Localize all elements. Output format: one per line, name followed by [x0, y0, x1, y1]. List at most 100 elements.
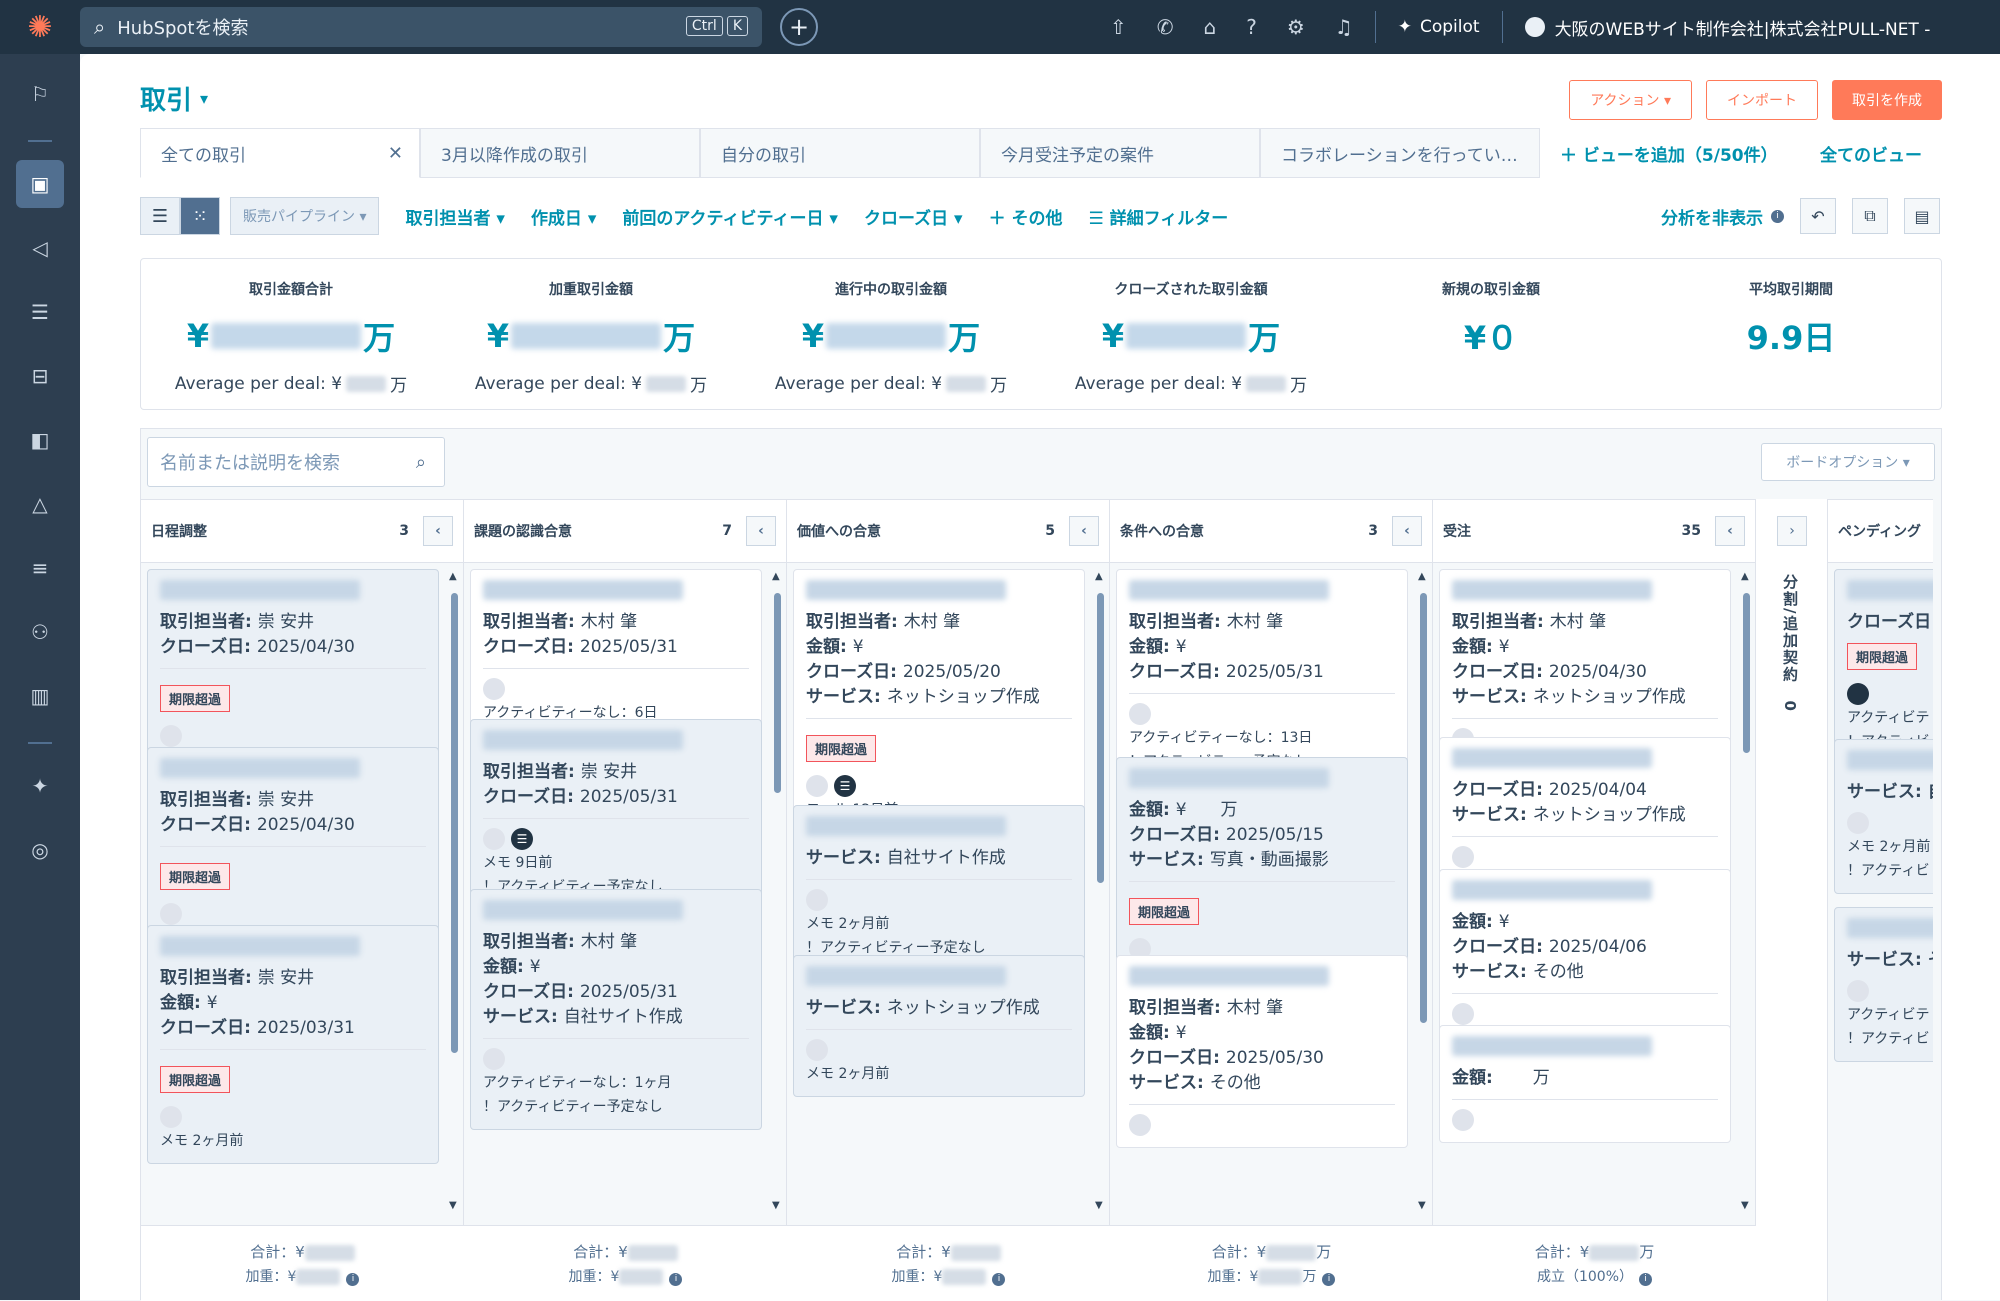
hide-analysis-toggle[interactable]: 分析を非表示: [1661, 204, 1763, 229]
avatar[interactable]: [806, 775, 828, 797]
deal-card[interactable]: クローズ日:期限超過アクティビテ！アクティビ: [1834, 569, 1933, 765]
automation-icon[interactable]: ⚇: [16, 608, 64, 656]
deal-card[interactable]: 取引担当者: 崇 安井 クローズ日: 2025/05/31 ☰ メモ 9日前 ！アクティ…: [470, 719, 762, 910]
scroll-down-icon[interactable]: ▼: [1741, 1200, 1749, 1211]
app-marketplace-icon[interactable]: ◎: [16, 826, 64, 874]
commerce-icon[interactable]: ⊟: [16, 352, 64, 400]
scroll-thumb[interactable]: [774, 593, 781, 793]
info-icon[interactable]: i: [1322, 1273, 1336, 1286]
tab-my-deals[interactable]: 自分の取引: [700, 128, 980, 178]
bookmark-icon[interactable]: ⚐: [16, 70, 64, 118]
avatar[interactable]: ☰: [834, 775, 856, 797]
duplicate-icon[interactable]: ⧉: [1852, 198, 1888, 234]
save-icon[interactable]: ▤: [1904, 198, 1940, 234]
crm-contacts-icon[interactable]: ▣: [16, 160, 64, 208]
undo-icon[interactable]: ↶: [1800, 198, 1836, 234]
avatar[interactable]: [1847, 812, 1869, 834]
deal-card[interactable]: 金額: ¥ クローズ日: 2025/04/06 サービス: その他: [1439, 869, 1731, 1037]
avatar[interactable]: [1847, 683, 1869, 705]
scroll-up-icon[interactable]: ▲: [772, 571, 780, 582]
collapse-chevron-left-icon[interactable]: ‹: [746, 516, 776, 546]
avatar[interactable]: [160, 1106, 182, 1128]
create-new-plus-icon[interactable]: +: [780, 8, 818, 46]
settings-gear-icon[interactable]: ⚙: [1287, 15, 1305, 39]
scroll-up-icon[interactable]: ▲: [449, 571, 457, 582]
info-icon[interactable]: i: [346, 1273, 360, 1286]
upgrade-icon[interactable]: ⇧: [1110, 15, 1127, 39]
deal-card[interactable]: サービス: そアクティビテ ！アクティビ: [1834, 907, 1933, 1062]
column-scrollbar[interactable]: ▲ ▼: [1095, 571, 1105, 1211]
avatar[interactable]: [483, 678, 505, 700]
deal-card[interactable]: サービス: 自社サイト作成 メモ 2ヶ月前 ！アクティビティー予定なし: [793, 805, 1085, 971]
avatar[interactable]: [1452, 1109, 1474, 1131]
avatar[interactable]: [160, 903, 182, 925]
sales-icon[interactable]: ◧: [16, 416, 64, 464]
column-scrollbar[interactable]: ▲ ▼: [1418, 571, 1428, 1211]
avatar[interactable]: [483, 828, 505, 850]
pipeline-select[interactable]: 販売パイプライン ▾: [230, 197, 380, 235]
marketing-megaphone-icon[interactable]: ◁: [16, 224, 64, 272]
column-scrollbar[interactable]: ▲ ▼: [1741, 571, 1751, 1211]
all-views-link[interactable]: 全てのビュー: [1810, 128, 1922, 178]
actions-button[interactable]: アクション ▾: [1569, 80, 1692, 120]
reporting-icon[interactable]: ▥: [16, 672, 64, 720]
avatar[interactable]: [806, 889, 828, 911]
filter-create-date[interactable]: 作成日 ▾: [531, 204, 596, 229]
advanced-filters-button[interactable]: ☰ 詳細フィルター: [1088, 204, 1228, 229]
scroll-up-icon[interactable]: ▲: [1418, 571, 1426, 582]
avatar[interactable]: [1129, 703, 1151, 725]
scroll-down-icon[interactable]: ▼: [772, 1200, 780, 1211]
info-icon[interactable]: i: [1639, 1273, 1653, 1286]
marketplace-icon[interactable]: ⌂: [1204, 15, 1217, 39]
hubspot-logo-icon[interactable]: ✺: [0, 10, 80, 45]
info-icon[interactable]: i: [1771, 209, 1784, 223]
scroll-thumb[interactable]: [451, 593, 458, 1053]
deal-card[interactable]: 取引担当者: 木村 肇金額: ¥ クローズ日: 2025/05/30 サービス: そ…: [1116, 955, 1408, 1148]
scroll-thumb[interactable]: [1420, 593, 1427, 1023]
scroll-up-icon[interactable]: ▲: [1095, 571, 1103, 582]
collapse-chevron-left-icon[interactable]: ‹: [1069, 516, 1099, 546]
account-menu[interactable]: 大阪のWEBサイト制作会社|株式会社PULL-NET -: [1524, 15, 1930, 40]
filter-last-activity[interactable]: 前回のアクティビティー日 ▾: [622, 204, 838, 229]
avatar[interactable]: [1847, 980, 1869, 1002]
help-icon[interactable]: ?: [1246, 15, 1257, 39]
deal-card[interactable]: 取引担当者: 崇 安井 金額: ¥ クローズ日: 2025/03/31 期限超過 メモ …: [147, 925, 439, 1164]
column-scrollbar[interactable]: ▲ ▼: [449, 571, 459, 1211]
tab-since-march[interactable]: 3月以降作成の取引: [420, 128, 700, 178]
scroll-down-icon[interactable]: ▼: [1095, 1200, 1103, 1211]
add-view-button[interactable]: ＋ ビューを追加（5/50件）: [1540, 128, 1810, 178]
filter-more[interactable]: ＋ その他: [989, 204, 1063, 229]
scroll-thumb[interactable]: [1743, 593, 1750, 753]
avatar[interactable]: [1129, 1114, 1151, 1136]
deal-card[interactable]: サービス: 自メモ 2ヶ月前 ！アクティビ: [1834, 739, 1933, 894]
filter-close-date[interactable]: クローズ日 ▾: [864, 204, 963, 229]
avatar[interactable]: [1452, 846, 1474, 868]
scroll-down-icon[interactable]: ▼: [449, 1200, 457, 1211]
deal-card[interactable]: 取引担当者: 木村 肇金額: ¥ クローズ日: 2025/05/31 サービス: 自…: [470, 889, 762, 1130]
collapse-chevron-left-icon[interactable]: ‹: [423, 516, 453, 546]
page-title[interactable]: 取引: [140, 80, 192, 117]
scroll-down-icon[interactable]: ▼: [1418, 1200, 1426, 1211]
deal-card[interactable]: サービス: ネットショップ作成 メモ 2ヶ月前: [793, 955, 1085, 1097]
chevron-down-icon[interactable]: ▾: [200, 89, 208, 108]
avatar[interactable]: [1452, 1003, 1474, 1025]
ai-sparkle-icon[interactable]: ✦: [16, 762, 64, 810]
avatar[interactable]: [806, 1039, 828, 1061]
info-icon[interactable]: i: [992, 1273, 1006, 1286]
list-view-icon[interactable]: ☰: [140, 197, 180, 235]
import-button[interactable]: インポート: [1706, 80, 1818, 120]
deal-card[interactable]: 取引担当者: 木村 肇金額: ¥ クローズ日: 2025/04/30 サービス: ネ…: [1439, 569, 1731, 762]
avatar[interactable]: [160, 725, 182, 747]
expand-chevron-right-icon[interactable]: ›: [1777, 516, 1807, 546]
close-icon[interactable]: ✕: [388, 143, 403, 164]
info-icon[interactable]: i: [669, 1273, 683, 1286]
tab-this-month[interactable]: 今月受注予定の案件: [980, 128, 1260, 178]
tab-all-deals[interactable]: 全ての取引 ✕: [140, 128, 420, 178]
copilot-button[interactable]: ✦ Copilot: [1398, 17, 1480, 37]
board-options-button[interactable]: ボードオプション ▾: [1761, 443, 1935, 481]
service-icon[interactable]: △: [16, 480, 64, 528]
create-deal-button[interactable]: 取引を作成: [1832, 80, 1942, 120]
calling-phone-icon[interactable]: ✆: [1157, 15, 1174, 39]
avatar[interactable]: ☰: [511, 828, 533, 850]
content-icon[interactable]: ☰: [16, 288, 64, 336]
